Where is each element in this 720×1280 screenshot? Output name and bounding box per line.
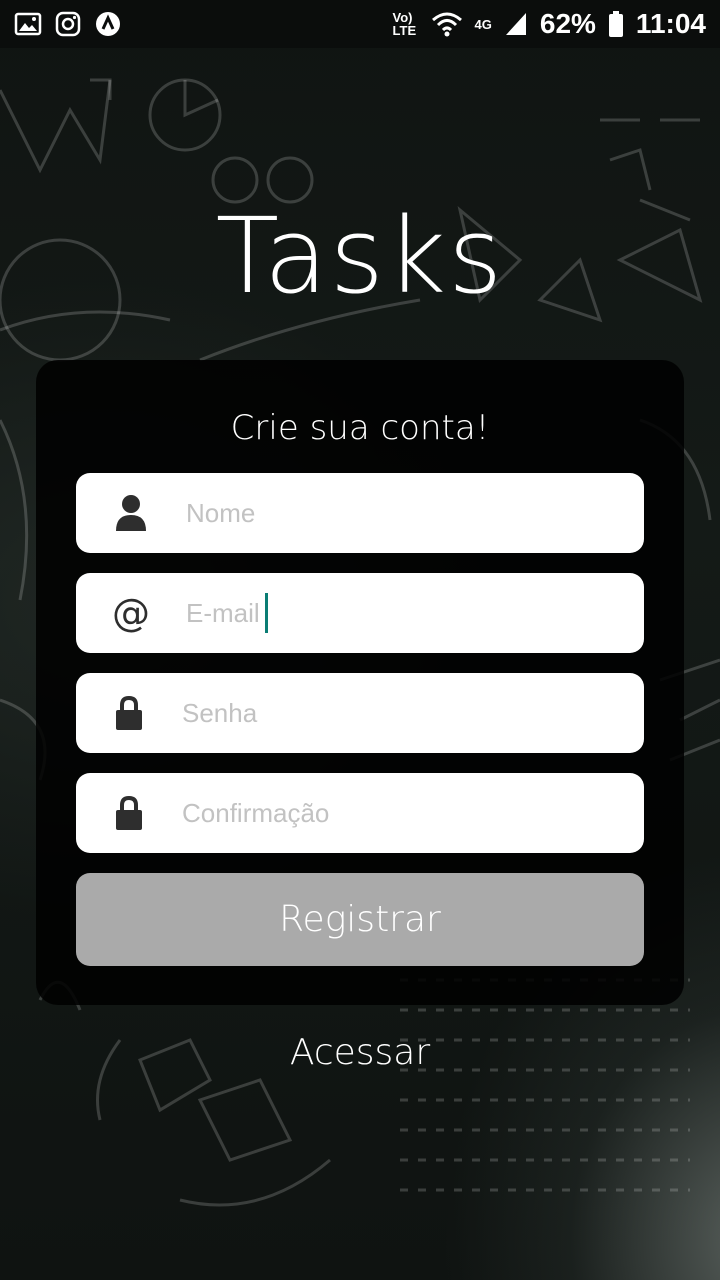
form-heading: Crie sua conta! xyxy=(230,408,490,448)
signal-icon xyxy=(505,13,526,35)
at-icon: @ xyxy=(112,591,150,635)
name-field[interactable] xyxy=(76,473,644,553)
user-icon xyxy=(76,473,186,553)
login-link[interactable]: Acessar xyxy=(0,1032,720,1073)
email-input[interactable] xyxy=(186,583,606,643)
clock: 11:04 xyxy=(635,8,706,39)
register-button[interactable]: Registrar xyxy=(76,873,644,966)
lock-icon xyxy=(76,673,182,753)
status-left-icons xyxy=(14,10,122,38)
network-type-label: 4G xyxy=(474,16,492,32)
instagram-icon xyxy=(55,11,81,37)
status-bar: Vo) LTE 4G 62% 11:04 xyxy=(0,0,720,48)
volte-label: Vo) LTE xyxy=(392,10,417,38)
status-right-icons: Vo) LTE 4G 62% 11:04 xyxy=(393,8,706,40)
battery-percentage: 62% xyxy=(539,8,596,39)
wifi-icon xyxy=(431,12,462,37)
text-cursor xyxy=(265,593,268,633)
app-title: Tasks xyxy=(215,195,505,317)
gallery-icon xyxy=(14,12,42,36)
app-icon xyxy=(96,12,120,36)
confirm-password-input[interactable] xyxy=(182,783,602,843)
battery-icon xyxy=(608,11,623,37)
lock-icon xyxy=(76,773,182,853)
confirm-password-field[interactable] xyxy=(76,773,644,853)
name-input[interactable] xyxy=(186,483,606,543)
email-field[interactable]: @ xyxy=(76,573,644,653)
password-input[interactable] xyxy=(182,683,602,743)
password-field[interactable] xyxy=(76,673,644,753)
